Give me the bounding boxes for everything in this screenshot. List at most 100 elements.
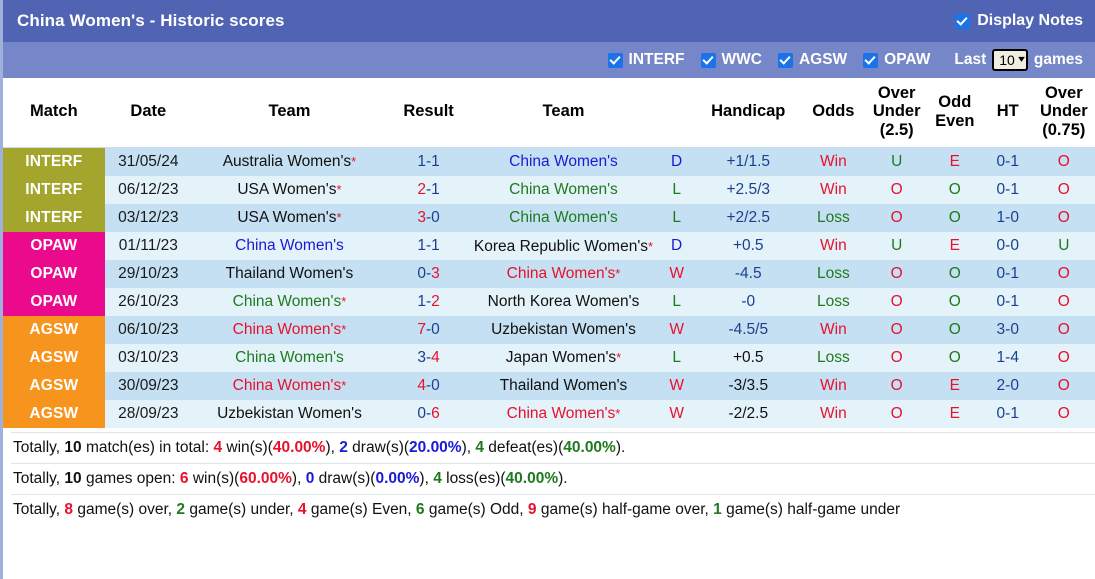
cell-home-team[interactable]: China Women's bbox=[192, 232, 387, 260]
cell-home-team[interactable]: China Women's* bbox=[192, 316, 387, 344]
col-result[interactable]: Result bbox=[387, 78, 470, 148]
table-row[interactable]: AGSW30/09/23China Women's*4-0Thailand Wo… bbox=[3, 372, 1095, 400]
over-under-25-value: O bbox=[891, 209, 903, 226]
table-row[interactable]: AGSW28/09/23Uzbekistan Women's0-6China W… bbox=[3, 400, 1095, 428]
col-odd-even[interactable]: Odd Even bbox=[927, 78, 983, 148]
cell-away-team[interactable]: Uzbekistan Women's bbox=[470, 316, 657, 344]
cell-home-team[interactable]: USA Women's* bbox=[192, 176, 387, 204]
table-row[interactable]: AGSW06/10/23China Women's*7-0Uzbekistan … bbox=[3, 316, 1095, 344]
away-team-name[interactable]: Korea Republic Women's* bbox=[474, 238, 653, 255]
away-team-name[interactable]: Japan Women's* bbox=[506, 349, 621, 366]
cell-away-team[interactable]: China Women's bbox=[470, 148, 657, 177]
home-team-name[interactable]: USA Women's* bbox=[237, 209, 341, 226]
cell-away-team[interactable]: China Women's* bbox=[470, 260, 657, 288]
cell-away-team[interactable]: China Women's* bbox=[470, 400, 657, 428]
home-team-name[interactable]: Uzbekistan Women's bbox=[217, 405, 362, 422]
cell-result[interactable]: 1-2 bbox=[387, 288, 470, 316]
away-team-name[interactable]: North Korea Women's bbox=[488, 293, 640, 310]
cell-away-team[interactable]: Thailand Women's bbox=[470, 372, 657, 400]
cell-match[interactable]: AGSW bbox=[3, 372, 105, 400]
cell-match[interactable]: AGSW bbox=[3, 316, 105, 344]
cell-away-team[interactable]: China Women's bbox=[470, 176, 657, 204]
cell-result[interactable]: 0-3 bbox=[387, 260, 470, 288]
odds-result: Win bbox=[820, 377, 847, 394]
away-team-name[interactable]: Thailand Women's bbox=[500, 377, 628, 394]
col-handicap[interactable]: Handicap bbox=[696, 78, 800, 148]
cell-match[interactable]: AGSW bbox=[3, 344, 105, 372]
cell-result[interactable]: 4-0 bbox=[387, 372, 470, 400]
cell-home-team[interactable]: Uzbekistan Women's bbox=[192, 400, 387, 428]
cell-result[interactable]: 1-1 bbox=[387, 232, 470, 260]
home-team-name[interactable]: China Women's bbox=[235, 349, 344, 366]
col-match[interactable]: Match bbox=[3, 78, 105, 148]
cell-match[interactable]: INTERF bbox=[3, 204, 105, 232]
win-draw-loss-indicator: L bbox=[672, 181, 681, 198]
home-team-name[interactable]: China Women's* bbox=[233, 377, 347, 394]
cell-result[interactable]: 3-4 bbox=[387, 344, 470, 372]
cell-match[interactable]: OPAW bbox=[3, 260, 105, 288]
cell-result[interactable]: 1-1 bbox=[387, 148, 470, 177]
col-odds[interactable]: Odds bbox=[800, 78, 866, 148]
col-home-team[interactable]: Team bbox=[192, 78, 387, 148]
cell-home-team[interactable]: China Women's bbox=[192, 344, 387, 372]
cell-match[interactable]: OPAW bbox=[3, 232, 105, 260]
away-team-name[interactable]: China Women's bbox=[509, 153, 618, 170]
home-team-name[interactable]: Thailand Women's bbox=[226, 265, 354, 282]
cell-home-team[interactable]: Australia Women's* bbox=[192, 148, 387, 177]
filter-interf-checkbox[interactable] bbox=[608, 53, 623, 68]
table-row[interactable]: INTERF03/12/23USA Women's*3-0China Women… bbox=[3, 204, 1095, 232]
away-team-name[interactable]: Uzbekistan Women's bbox=[491, 321, 636, 338]
away-team-name[interactable]: China Women's* bbox=[507, 405, 621, 422]
home-team-name[interactable]: China Women's bbox=[235, 237, 344, 254]
cell-result[interactable]: 0-6 bbox=[387, 400, 470, 428]
display-notes-toggle[interactable]: Display Notes bbox=[955, 12, 1083, 30]
cell-match[interactable]: OPAW bbox=[3, 288, 105, 316]
summary-open-seg-5: 60.00% bbox=[239, 470, 292, 487]
display-notes-checkbox[interactable] bbox=[955, 14, 970, 29]
summary-line-total: Totally, 10 match(es) in total: 4 win(s)… bbox=[11, 432, 1095, 463]
filter-interf[interactable]: INTERF bbox=[608, 51, 685, 69]
cell-result[interactable]: 3-0 bbox=[387, 204, 470, 232]
cell-result[interactable]: 2-1 bbox=[387, 176, 470, 204]
cell-away-team[interactable]: North Korea Women's bbox=[470, 288, 657, 316]
col-over-under-075[interactable]: Over Under (0.75) bbox=[1033, 78, 1095, 148]
cell-home-team[interactable]: China Women's* bbox=[192, 288, 387, 316]
over-under-25-value: O bbox=[891, 349, 903, 366]
cell-match[interactable]: INTERF bbox=[3, 148, 105, 177]
away-team-name[interactable]: China Women's* bbox=[507, 265, 621, 282]
col-ht[interactable]: HT bbox=[983, 78, 1033, 148]
cell-match[interactable]: INTERF bbox=[3, 176, 105, 204]
col-away-team[interactable]: Team bbox=[470, 78, 657, 148]
table-row[interactable]: INTERF06/12/23USA Women's*2-1China Women… bbox=[3, 176, 1095, 204]
cell-away-team[interactable]: Japan Women's* bbox=[470, 344, 657, 372]
cell-home-team[interactable]: China Women's* bbox=[192, 372, 387, 400]
table-row[interactable]: AGSW03/10/23China Women's3-4Japan Women'… bbox=[3, 344, 1095, 372]
cell-match[interactable]: AGSW bbox=[3, 400, 105, 428]
cell-result[interactable]: 7-0 bbox=[387, 316, 470, 344]
filter-agsw-checkbox[interactable] bbox=[778, 53, 793, 68]
away-team-name[interactable]: China Women's bbox=[509, 209, 618, 226]
cell-home-team[interactable]: Thailand Women's bbox=[192, 260, 387, 288]
cell-away-team[interactable]: China Women's bbox=[470, 204, 657, 232]
filter-opaw-checkbox[interactable] bbox=[863, 53, 878, 68]
filter-wwc[interactable]: WWC bbox=[701, 51, 762, 69]
home-team-name[interactable]: China Women's* bbox=[233, 293, 347, 310]
filter-agsw[interactable]: AGSW bbox=[778, 51, 847, 69]
cell-home-team[interactable]: USA Women's* bbox=[192, 204, 387, 232]
table-row[interactable]: INTERF31/05/24Australia Women's*1-1China… bbox=[3, 148, 1095, 177]
cell-away-team[interactable]: Korea Republic Women's* bbox=[470, 232, 657, 260]
table-row[interactable]: OPAW01/11/23China Women's1-1Korea Republ… bbox=[3, 232, 1095, 260]
summary-open-seg-3: 6 bbox=[180, 470, 189, 487]
away-team-name[interactable]: China Women's bbox=[509, 181, 618, 198]
home-team-name[interactable]: Australia Women's* bbox=[223, 153, 357, 170]
last-games-select[interactable]: 10 ▾ bbox=[992, 49, 1028, 71]
home-team-name[interactable]: USA Women's* bbox=[237, 181, 341, 198]
filter-wwc-checkbox[interactable] bbox=[701, 53, 716, 68]
filter-opaw[interactable]: OPAW bbox=[863, 51, 930, 69]
home-team-name[interactable]: China Women's* bbox=[233, 321, 347, 338]
table-row[interactable]: OPAW29/10/23Thailand Women's0-3China Wom… bbox=[3, 260, 1095, 288]
col-over-under-25[interactable]: Over Under (2.5) bbox=[867, 78, 927, 148]
table-row[interactable]: OPAW26/10/23China Women's*1-2North Korea… bbox=[3, 288, 1095, 316]
col-date[interactable]: Date bbox=[105, 78, 192, 148]
col-ou075-line1: Over bbox=[1045, 84, 1083, 102]
